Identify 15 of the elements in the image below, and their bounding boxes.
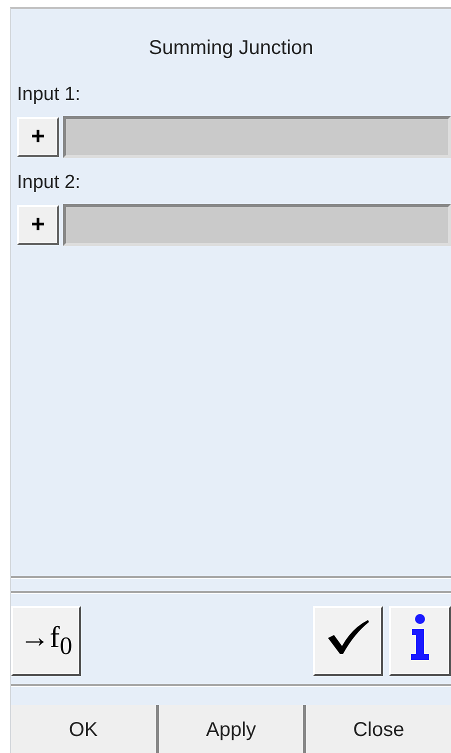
check-icon (326, 618, 370, 656)
info-button[interactable] (389, 606, 451, 676)
check-button[interactable] (313, 606, 383, 676)
dialog-button[interactable]: Apply (158, 705, 306, 753)
dialog-title: Summing Junction (148, 37, 314, 60)
info-icon (410, 614, 430, 660)
input-label: Input 2: (17, 172, 82, 194)
formula-button[interactable]: →f$_{0}$ (11, 606, 81, 676)
dialog-button[interactable]: Close (306, 705, 451, 753)
add-button[interactable]: + (17, 117, 59, 157)
input-field[interactable] (63, 204, 451, 246)
input-label: Input 1: (17, 84, 82, 106)
input-field[interactable] (63, 116, 451, 158)
add-button[interactable]: + (17, 205, 59, 245)
dialog-button[interactable]: OK (11, 705, 159, 753)
